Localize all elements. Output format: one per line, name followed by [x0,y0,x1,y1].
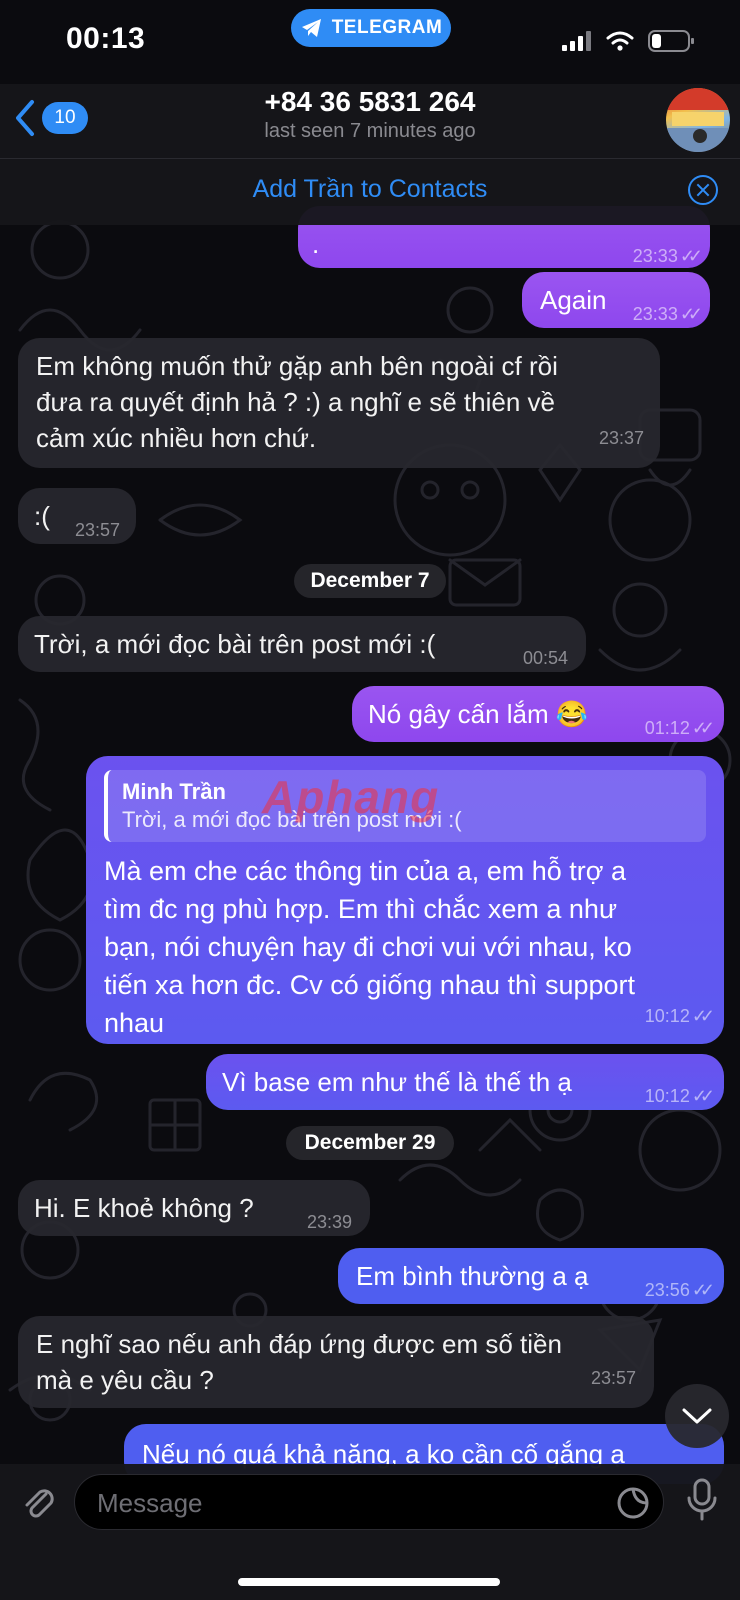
message-incoming[interactable]: :( 23:57 [18,488,136,544]
message-meta: 10:12 ✓✓ [644,1078,715,1114]
date-label: December 7 [310,569,430,592]
message-line: E nghĩ sao nếu anh đáp ứng được em số ti… [36,1329,562,1359]
status-time: 00:13 [66,22,146,55]
message-time: 23:33 [632,246,678,266]
message-line: tìm đc ng phù hợp. Em thì chắc xem a như [104,894,618,924]
message-time: 23:39 [306,1212,352,1232]
message-line: mà e yêu cầu ? [36,1365,214,1395]
add-contact-bar: Add Trần to Contacts [0,158,740,225]
message-incoming[interactable]: Trời, a mới đọc bài trên post mới :( 00:… [18,616,586,672]
message-line: tiến xa hơn đc. Cv có giống nhau thì sup… [104,970,636,1000]
message-text: Vì base em như thế là thế th ạ [222,1067,572,1097]
unread-count-badge: 10 [42,102,88,134]
message-time: 23:37 [598,428,644,448]
message-text: :( [34,501,50,531]
message-text: Trời, a mới đọc bài trên post mới :( [34,629,436,659]
message-placeholder: Message [97,1488,203,1518]
message-time: 23:33 [632,304,678,324]
contact-name: +84 36 5831 264 [264,86,476,117]
scroll-to-bottom-button[interactable] [665,1384,729,1448]
home-indicator [238,1578,500,1586]
last-seen-status: last seen 7 minutes ago [264,120,476,142]
read-ticks-icon: ✓✓ [679,246,703,266]
sticker-icon[interactable] [615,1485,651,1521]
message-time: 23:56 [644,1280,690,1300]
message-line: nhau [104,1008,165,1038]
message-incoming[interactable]: Hi. E khoẻ không ? 23:39 [18,1180,370,1236]
chat-title-block[interactable]: +84 36 5831 264 last seen 7 minutes ago [170,86,570,143]
avatar[interactable] [666,88,730,152]
message-text: Hi. E khoẻ không ? [34,1193,254,1223]
message-text: Em bình thường a ạ [356,1261,589,1291]
close-icon[interactable] [688,175,718,205]
date-separator: December 7 [294,564,446,598]
message-meta: 23:56 ✓✓ [644,1272,715,1308]
message-line: Em không muốn thử gặp anh bên ngoài cf r… [36,351,558,381]
message-text: Again [540,285,607,315]
date-label: December 29 [304,1131,436,1154]
message-composer: Message [0,1464,740,1600]
message-text: Nó gây cấn lắm 😂 [368,699,589,729]
message-input[interactable]: Message [74,1474,664,1530]
date-separator: December 29 [286,1126,454,1160]
back-button[interactable]: 10 [12,98,88,138]
message-outgoing[interactable]: Again 23:33 ✓✓ [522,272,710,328]
avatar-image [666,88,730,152]
chevron-down-icon [682,1408,712,1424]
attach-icon[interactable] [18,1482,58,1522]
read-ticks-icon: ✓✓ [691,1280,715,1300]
message-line: cảm xúc nhiều hơn chứ. [36,423,317,453]
message-outgoing[interactable]: Nó gây cấn lắm 😂 01:12 ✓✓ [352,686,724,742]
message-text: . [312,229,320,259]
message-time: 23:57 [74,520,120,540]
message-meta: 23:33 ✓✓ [632,238,703,274]
wifi-icon [606,31,634,51]
message-meta: 23:33 ✓✓ [632,296,703,332]
message-line: Mà em che các thông tin của a, em hỗ trợ… [104,856,626,886]
telegram-pill[interactable]: TELEGRAM [291,9,451,47]
chevron-left-icon [16,100,34,136]
message-line: bạn, nói chuyện hay đi chơi vui với nhau… [104,932,632,962]
read-ticks-icon: ✓✓ [691,1006,715,1026]
add-contact-button[interactable]: Add Trần to Contacts [0,175,740,204]
telegram-pill-label: TELEGRAM [331,17,443,38]
message-time: 10:12 [644,1086,690,1106]
microphone-icon[interactable] [684,1476,720,1524]
message-meta: 10:12 ✓✓ [644,998,715,1034]
read-ticks-icon: ✓✓ [691,718,715,738]
cellular-signal-icon [562,31,591,51]
message-outgoing[interactable]: Vì base em như thế là thế th ạ 10:12 ✓✓ [206,1054,724,1110]
message-time: 01:12 [644,718,690,738]
watermark-logo: Aphang [262,771,440,823]
message-meta: 01:12 ✓✓ [644,710,715,746]
message-incoming[interactable]: E nghĩ sao nếu anh đáp ứng được em số ti… [18,1316,654,1408]
message-time: 10:12 [644,1006,690,1026]
message-incoming[interactable]: Em không muốn thử gặp anh bên ngoài cf r… [18,338,660,468]
read-ticks-icon: ✓✓ [691,1086,715,1106]
message-line: đưa ra quyết định hả ? :) a nghĩ e sẽ th… [36,387,555,417]
status-bar: 00:13 TELEGRAM [0,0,740,84]
message-time: 23:57 [590,1368,636,1388]
chat-header: 10 +84 36 5831 264 last seen 7 minutes a… [0,84,740,158]
telegram-icon [301,19,321,37]
message-outgoing[interactable]: Em bình thường a ạ 23:56 ✓✓ [338,1248,724,1304]
message-time: 00:54 [522,648,568,668]
battery-icon [648,30,694,52]
read-ticks-icon: ✓✓ [679,304,703,324]
